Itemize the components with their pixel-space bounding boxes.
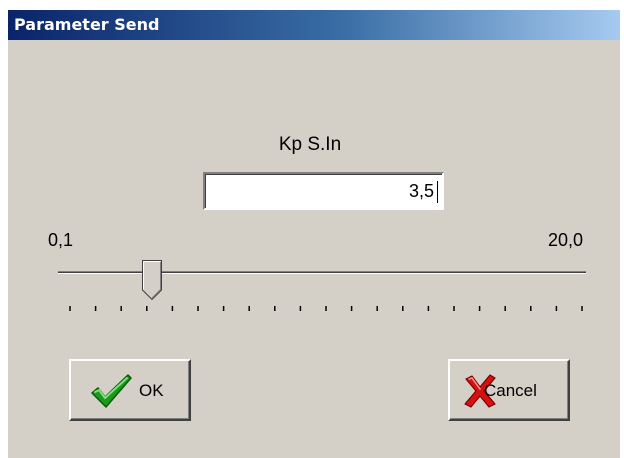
- cancel-button-label: Cancel: [484, 381, 537, 400]
- window-title: Parameter Send: [14, 15, 160, 34]
- slider-track[interactable]: [58, 271, 586, 274]
- slider-tick-marks: [69, 306, 583, 311]
- parameter-label: Kp S.In: [278, 134, 342, 155]
- checkmark-icon: [91, 374, 132, 408]
- text-caret: [437, 181, 438, 203]
- parameter-send-dialog: Parameter Send Kp S.In 3,5 0,1 20,0 OK C…: [8, 10, 620, 458]
- slider-max-label: 20,0: [547, 230, 583, 250]
- title-bar[interactable]: Parameter Send: [8, 10, 620, 40]
- parameter-value-text: 3,5: [408, 181, 434, 201]
- ok-button-label: OK: [139, 381, 164, 400]
- parameter-value-input[interactable]: 3,5: [203, 172, 444, 210]
- slider-min-label: 0,1: [48, 230, 74, 250]
- ok-button[interactable]: OK: [69, 359, 191, 421]
- cancel-button[interactable]: Cancel: [448, 359, 570, 421]
- slider-thumb[interactable]: [142, 260, 162, 300]
